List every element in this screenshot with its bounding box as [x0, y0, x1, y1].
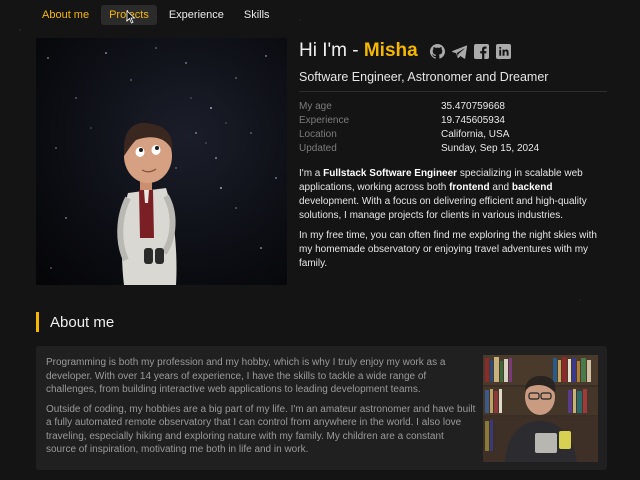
bio-highlight: Fullstack Software Engineer — [323, 168, 458, 179]
about-paragraph-2: Outside of coding, my hobbies are a big … — [46, 403, 476, 456]
facebook-icon[interactable] — [474, 43, 490, 59]
nav-item-skills[interactable]: Skills — [236, 5, 278, 25]
about-photo — [483, 355, 598, 462]
fact-label: My age — [299, 101, 332, 112]
about-card: Programming is both my profession and my… — [36, 346, 607, 470]
fact-label: Updated — [299, 143, 337, 154]
fact-label: Experience — [299, 115, 350, 126]
divider — [299, 91, 607, 92]
section-accent-bar — [36, 312, 39, 332]
hero-illustration — [36, 38, 287, 285]
facts-table: My age 35.470759668 Experience 19.745605… — [299, 101, 619, 155]
hero-title: Hi I'm - Misha — [299, 40, 418, 62]
linkedin-icon[interactable] — [496, 43, 512, 59]
bio-text: I'm a — [299, 168, 324, 179]
bio-paragraph-2: In my free time, you can often find me e… — [299, 230, 597, 269]
about-paragraph-1: Programming is both my profession and my… — [46, 357, 446, 395]
bio-text: and — [489, 182, 512, 193]
greeting-text: Hi I'm - — [299, 40, 364, 61]
hero-name: Misha — [363, 40, 418, 61]
bio-text: development. With a focus on delivering … — [299, 196, 587, 221]
bio: I'm a Fullstack Software Engineer specia… — [299, 167, 607, 277]
nav-item-about-me[interactable]: About me — [34, 5, 97, 25]
fact-value: 19.745605934 — [441, 115, 505, 126]
about-heading: About me — [50, 313, 115, 331]
fact-value: 35.470759668 — [441, 101, 505, 112]
about-text: Programming is both my profession and my… — [46, 356, 476, 463]
github-icon[interactable] — [430, 43, 446, 59]
hero-title-row: Hi I'm - Misha — [299, 40, 512, 62]
nav-item-experience[interactable]: Experience — [161, 5, 232, 25]
bio-highlight: backend — [511, 182, 553, 193]
fact-value: Sunday, Sep 15, 2024 — [441, 143, 540, 154]
fact-value: California, USA — [441, 129, 510, 140]
hero-subtitle: Software Engineer, Astronomer and Dreame… — [299, 70, 549, 84]
fact-label: Location — [299, 129, 337, 140]
mouse-cursor-icon — [126, 10, 136, 24]
top-nav: About me Projects Experience Skills — [0, 0, 640, 30]
bio-paragraph-1: I'm a Fullstack Software Engineer specia… — [299, 167, 607, 223]
social-links — [430, 43, 512, 59]
telegram-icon[interactable] — [452, 43, 468, 59]
about-section-header: About me — [36, 312, 114, 332]
bio-highlight: frontend — [449, 182, 490, 193]
